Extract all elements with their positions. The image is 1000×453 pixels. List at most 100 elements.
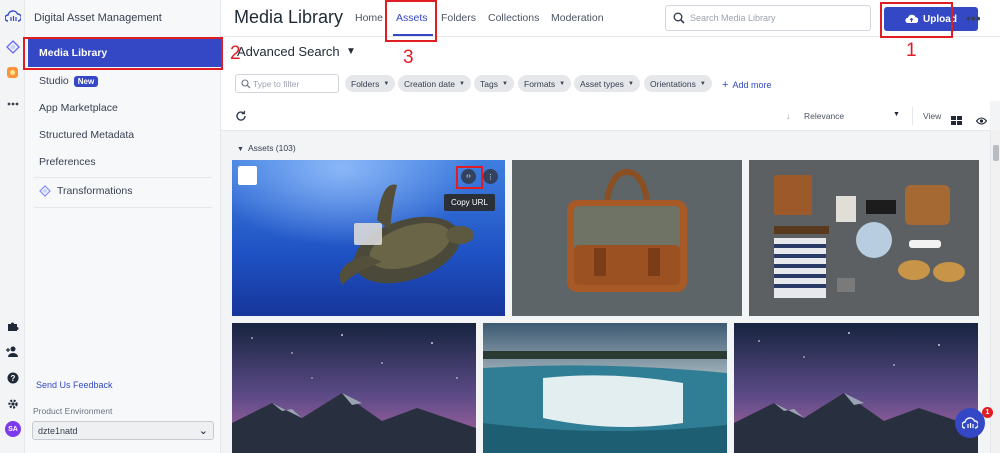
results-scrollbar[interactable] <box>990 131 1000 453</box>
more-vertical-icon[interactable]: ⋮ <box>483 169 498 184</box>
chip-label: Asset types <box>580 78 624 89</box>
sea-turtle-thumbnail <box>232 160 505 316</box>
top-header: Media Library Home Assets Folders Collec… <box>221 0 1000 37</box>
annotation-number: 2 <box>230 43 241 64</box>
env-label: Product Environment <box>33 406 113 416</box>
env-value: dzte1natd <box>38 425 78 436</box>
filter-chip-creation-date[interactable]: Creation date ▼ <box>398 75 471 92</box>
asset-tile-sea-turtle[interactable]: ‹› ⋮ Copy URL <box>232 160 505 316</box>
more-apps-icon[interactable] <box>4 95 21 112</box>
caret-down-icon[interactable]: ▼ <box>346 46 356 57</box>
icon-rail: ? SA <box>0 0 25 453</box>
sort-direction-icon[interactable]: ↓ <box>786 111 791 121</box>
add-user-icon[interactable] <box>4 343 21 360</box>
filter-chip-asset-types[interactable]: Asset types ▼ <box>574 75 640 92</box>
user-avatar[interactable]: SA <box>5 421 21 437</box>
sidebar-item-studio[interactable]: Studio New <box>34 68 212 94</box>
dam-diamond-icon[interactable] <box>4 38 21 55</box>
add-more-filters-link[interactable]: + Add more <box>722 79 771 91</box>
help-icon[interactable]: ? <box>4 369 21 386</box>
caret-down-icon: ▼ <box>237 146 244 153</box>
add-more-label: Add more <box>732 80 772 90</box>
more-options-button[interactable]: ••• <box>966 10 981 26</box>
caret-down-icon: ▼ <box>559 80 566 87</box>
filter-chip-tags[interactable]: Tags ▼ <box>474 75 514 92</box>
notification-badge: 1 <box>982 407 993 418</box>
scroll-thumb[interactable] <box>993 145 999 161</box>
search-input[interactable]: Search Media Library <box>665 5 871 31</box>
upload-label: Upload <box>923 13 957 25</box>
copy-url-code-icon[interactable]: ‹› <box>461 169 476 184</box>
grid-view-icon[interactable] <box>951 112 962 130</box>
cloud-upload-icon <box>905 14 919 24</box>
cloudinary-logo-icon[interactable] <box>4 7 21 24</box>
toolbar-divider <box>912 107 913 125</box>
view-label: View <box>923 111 942 121</box>
copy-url-tooltip: Copy URL <box>444 194 495 211</box>
new-badge: New <box>73 75 99 87</box>
filter-input[interactable]: Type to filter <box>235 74 339 93</box>
asset-tile-leather-bag[interactable] <box>512 160 742 316</box>
flat-lay-thumbnail <box>749 160 979 316</box>
settings-gear-icon[interactable] <box>4 395 21 412</box>
chip-label: Orientations <box>650 78 696 89</box>
filter-chip-orientations[interactable]: Orientations ▼ <box>644 75 712 92</box>
filter-chip-formats[interactable]: Formats ▼ <box>518 75 572 92</box>
sidebar-item-structured-metadata[interactable]: Structured Metadata <box>34 122 212 148</box>
sidebar-item-label: App Marketplace <box>39 102 118 114</box>
search-icon <box>673 12 685 26</box>
sidebar-item-preferences[interactable]: Preferences <box>34 149 212 175</box>
refresh-icon[interactable] <box>235 109 247 127</box>
caret-down-icon: ▼ <box>627 80 634 87</box>
cloudinary-logo-icon <box>962 417 978 429</box>
tab-collections[interactable]: Collections <box>488 12 539 24</box>
caret-down-icon[interactable]: ▼ <box>893 111 900 118</box>
caret-down-icon: ▼ <box>383 80 390 87</box>
eye-icon[interactable] <box>975 112 988 130</box>
tab-moderation[interactable]: Moderation <box>551 12 604 24</box>
chip-label: Folders <box>351 78 380 89</box>
asset-tile-waterfall[interactable] <box>483 323 727 453</box>
sidebar: Digital Asset Management Media Library S… <box>25 0 221 453</box>
app-root: ? SA Digital Asset Management Media Libr… <box>0 0 1000 453</box>
transformations-diamond-icon <box>39 185 51 197</box>
sidebar-title: Digital Asset Management <box>34 12 162 24</box>
plus-icon: + <box>722 79 729 91</box>
send-feedback-link[interactable]: Send Us Feedback <box>36 380 113 390</box>
leather-bag-thumbnail <box>512 160 742 316</box>
upload-button[interactable]: Upload <box>884 7 978 31</box>
select-checkbox[interactable] <box>238 166 257 185</box>
annotation-number: 1 <box>906 40 917 61</box>
studio-app-icon[interactable] <box>4 64 21 81</box>
caret-down-icon: ▼ <box>699 80 706 87</box>
svg-text:?: ? <box>10 374 15 383</box>
env-select[interactable]: dzte1natd ⌄ <box>32 421 214 440</box>
chip-label: Creation date <box>404 78 456 89</box>
caret-down-icon: ▼ <box>459 80 465 87</box>
puzzle-icon[interactable] <box>4 317 21 334</box>
advanced-search-toggle[interactable]: Advanced Search <box>237 44 340 59</box>
sort-select[interactable]: Relevance <box>804 111 844 121</box>
tab-home[interactable]: Home <box>355 12 383 24</box>
night-mountains-thumbnail <box>734 323 978 453</box>
page-title: Media Library <box>234 7 344 27</box>
tab-folders[interactable]: Folders <box>441 12 476 24</box>
sidebar-item-transformations[interactable]: Transformations <box>34 178 212 204</box>
night-mountains-thumbnail <box>232 323 476 453</box>
sidebar-item-media-library[interactable]: Media Library <box>28 39 221 67</box>
asset-tile-night-mountains[interactable] <box>734 323 978 453</box>
sidebar-item-app-marketplace[interactable]: App Marketplace <box>34 95 212 121</box>
annotation-number: 3 <box>403 47 414 68</box>
help-assistant-button[interactable] <box>955 408 985 438</box>
search-placeholder: Search Media Library <box>690 13 776 23</box>
asset-tile-flat-lay[interactable] <box>749 160 979 316</box>
search-icon <box>241 79 251 91</box>
sidebar-item-label: Transformations <box>57 185 133 197</box>
tab-assets[interactable]: Assets <box>396 12 428 24</box>
filter-placeholder: Type to filter <box>253 78 300 89</box>
filter-chip-folders[interactable]: Folders ▼ <box>345 75 396 92</box>
waterfall-thumbnail <box>483 323 727 453</box>
results-toolbar: ↓ Relevance ▼ View <box>221 101 990 131</box>
asset-tile-night-mountains[interactable] <box>232 323 476 453</box>
assets-section-header[interactable]: ▼ Assets (103) <box>237 143 296 153</box>
